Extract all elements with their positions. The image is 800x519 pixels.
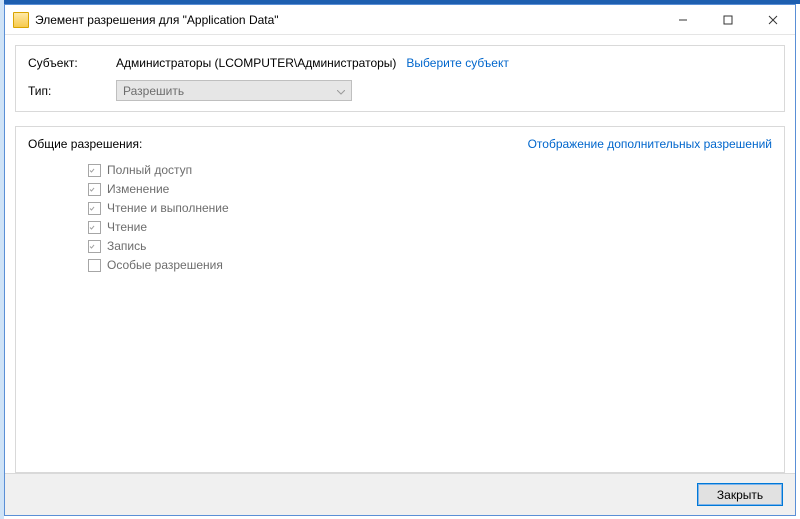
titlebar[interactable]: Элемент разрешения для "Application Data… (5, 5, 795, 35)
type-select: Разрешить (116, 80, 352, 101)
maximize-button[interactable] (705, 5, 750, 34)
permission-checkbox (88, 221, 101, 234)
permission-item: Запись (88, 237, 772, 255)
window-controls (660, 5, 795, 34)
chevron-down-icon (337, 84, 345, 98)
permission-label: Особые разрешения (107, 258, 223, 272)
content-area: Субъект: Администраторы (LCOMPUTER\Админ… (5, 35, 795, 473)
subject-principal: Администраторы (LCOMPUTER\Администраторы… (116, 56, 396, 70)
permission-checkbox (88, 183, 101, 196)
permission-item: Чтение (88, 218, 772, 236)
close-dialog-button[interactable]: Закрыть (697, 483, 783, 506)
type-row: Тип: Разрешить (28, 80, 772, 101)
permissions-header: Общие разрешения: Отображение дополнител… (28, 137, 772, 151)
permission-label: Запись (107, 239, 146, 253)
permissions-list: Полный доступ Изменение Чтение и выполнени… (28, 157, 772, 274)
permission-label: Полный доступ (107, 163, 192, 177)
permission-label: Чтение и выполнение (107, 201, 229, 215)
subject-row: Субъект: Администраторы (LCOMPUTER\Админ… (28, 56, 772, 70)
type-select-value: Разрешить (123, 84, 184, 98)
folder-icon (13, 12, 29, 28)
minimize-button[interactable] (660, 5, 705, 34)
permission-checkbox (88, 202, 101, 215)
permission-label: Изменение (107, 182, 169, 196)
permission-checkbox (88, 240, 101, 253)
permission-item: Полный доступ (88, 161, 772, 179)
permission-item: Чтение и выполнение (88, 199, 772, 217)
permissions-panel: Общие разрешения: Отображение дополнител… (15, 126, 785, 473)
subject-label: Субъект: (28, 56, 116, 70)
dialog-footer: Закрыть (5, 473, 795, 515)
permission-item: Изменение (88, 180, 772, 198)
dialog-window: Элемент разрешения для "Application Data… (4, 4, 796, 516)
permission-checkbox (88, 259, 101, 272)
principal-panel: Субъект: Администраторы (LCOMPUTER\Админ… (15, 45, 785, 112)
window-title: Элемент разрешения для "Application Data… (35, 13, 660, 27)
advanced-permissions-link[interactable]: Отображение дополнительных разрешений (528, 137, 772, 151)
type-label: Тип: (28, 84, 116, 98)
permissions-title: Общие разрешения: (28, 137, 142, 151)
permission-checkbox (88, 164, 101, 177)
permission-item: Особые разрешения (88, 256, 772, 274)
permission-label: Чтение (107, 220, 147, 234)
close-button[interactable] (750, 5, 795, 34)
select-subject-link[interactable]: Выберите субъект (406, 56, 508, 70)
